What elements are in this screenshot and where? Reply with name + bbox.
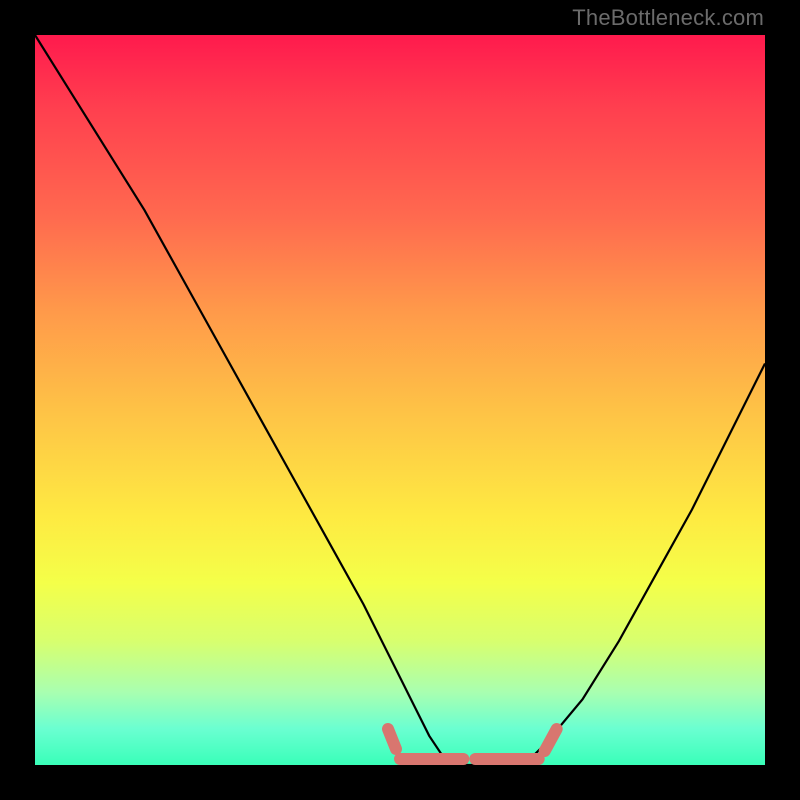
bottleneck-curve <box>35 35 765 765</box>
chart-frame: TheBottleneck.com <box>0 0 800 800</box>
flat-region-marker <box>388 729 557 759</box>
chart-overlay <box>35 35 765 765</box>
attribution-text: TheBottleneck.com <box>572 5 764 31</box>
